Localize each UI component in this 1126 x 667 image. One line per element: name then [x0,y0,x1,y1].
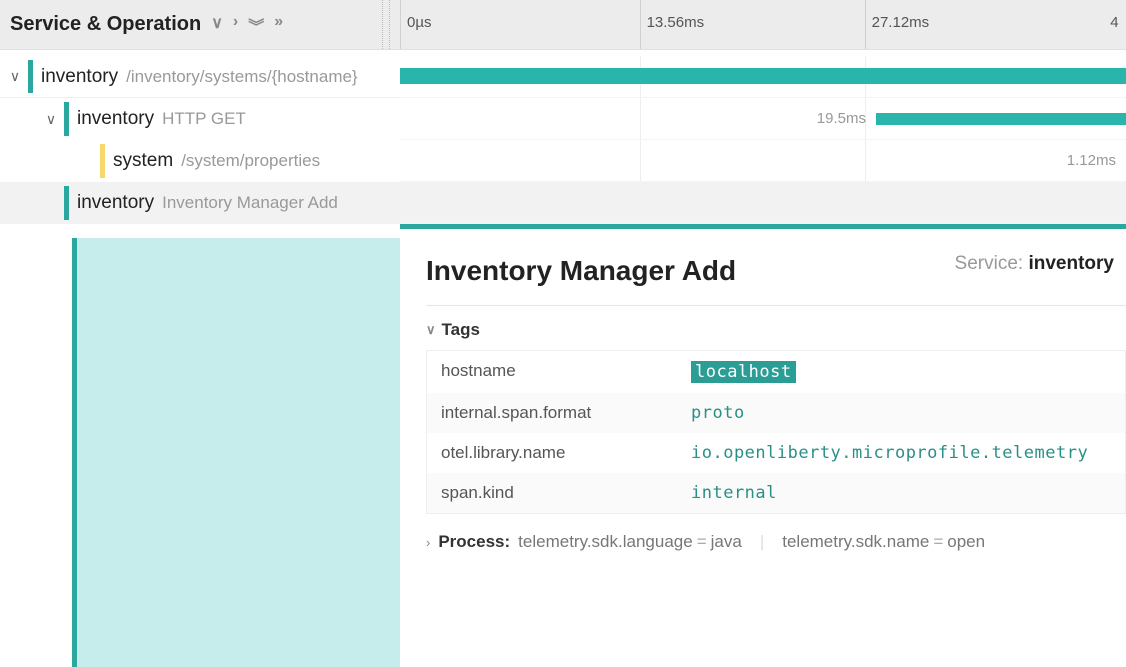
process-kv: telemetry.sdk.language=java [518,532,742,552]
timeline-lane[interactable] [400,56,1126,98]
timeline-lane-selected[interactable] [400,182,1126,224]
double-chevron-down-icon[interactable]: ︾ [248,13,264,37]
tag-key: span.kind [441,483,691,503]
tags-table: hostname localhost internal.span.format … [426,350,1126,514]
operation-name: Inventory Manager Add [162,193,338,213]
timeline-tick: 27.12ms [865,0,930,49]
chevron-down-icon: ∨ [426,322,436,338]
tree-row[interactable]: system /system/properties [0,140,400,182]
tag-row[interactable]: internal.span.format proto [427,393,1125,433]
timeline-body: 19.5ms 1.12ms Inventory Manager Add Serv… [400,50,1126,667]
span-duration-label: 1.12ms [1067,152,1116,169]
chevron-right-icon: › [426,535,430,550]
detail-title: Inventory Manager Add [426,253,736,289]
operation-name: HTTP GET [162,109,246,129]
detail-service: Service: inventory [955,253,1114,275]
tree-row-selected[interactable]: inventory Inventory Manager Add [0,182,400,224]
service-name: inventory [77,108,154,130]
tag-key: hostname [441,361,691,383]
service-color-bar [64,186,69,220]
tag-key: otel.library.name [441,443,691,463]
span-duration-label: 19.5ms [817,110,866,127]
timeline-lane[interactable]: 19.5ms [400,98,1126,140]
service-color-bar [100,144,105,178]
process-section[interactable]: › Process: telemetry.sdk.language=java |… [426,532,1126,552]
tag-row[interactable]: hostname localhost [427,351,1125,393]
chevron-down-icon[interactable]: ∨ [211,13,223,37]
tags-header[interactable]: ∨ Tags [426,320,1126,340]
service-color-bar [28,60,33,93]
span-bar[interactable] [400,68,1126,84]
operation-name: /system/properties [181,151,320,171]
timeline-tick: 0µs [400,0,432,49]
collapse-chevron-icon[interactable]: ∨ [42,111,60,128]
tags-section: ∨ Tags hostname localhost internal.span.… [426,320,1126,514]
timeline-tick: 13.56ms [640,0,705,49]
tag-row[interactable]: otel.library.name io.openliberty.micropr… [427,433,1125,473]
tag-row[interactable]: span.kind internal [427,473,1125,513]
tree-row[interactable]: ∨ inventory HTTP GET [0,98,400,140]
divider [426,305,1126,306]
timeline-header: 0µs 13.56ms 27.12ms 4 [400,0,1126,49]
span-tree: ∨ inventory /inventory/systems/{hostname… [0,50,400,667]
timeline-lane[interactable]: 1.12ms [400,140,1126,182]
tag-value: proto [691,403,745,423]
tag-key: internal.span.format [441,403,691,423]
service-color-bar [64,102,69,136]
tree-header: Service & Operation ∨ › ︾ » [0,0,400,49]
service-name: inventory [41,66,118,88]
span-detail-panel: Inventory Manager Add Service: inventory… [400,229,1126,552]
double-chevron-right-icon[interactable]: » [274,13,283,37]
service-name: inventory [77,192,154,214]
span-bar[interactable] [876,113,1126,125]
collapse-chevron-icon[interactable]: ∨ [6,68,24,85]
service-name: system [113,150,173,172]
operation-name: /inventory/systems/{hostname} [126,67,358,87]
tree-header-title: Service & Operation [10,13,201,36]
tree-row[interactable]: ∨ inventory /inventory/systems/{hostname… [0,56,400,98]
tag-value: internal [691,483,777,503]
column-resize-handle[interactable] [382,0,390,49]
tag-value: io.openliberty.microprofile.telemetry [691,443,1088,463]
timeline-tick: 4 [1104,0,1118,49]
chevron-right-icon[interactable]: › [233,13,238,37]
process-kv: telemetry.sdk.name=open [782,532,985,552]
tag-value: localhost [691,361,796,383]
detail-left-fill [72,238,400,667]
